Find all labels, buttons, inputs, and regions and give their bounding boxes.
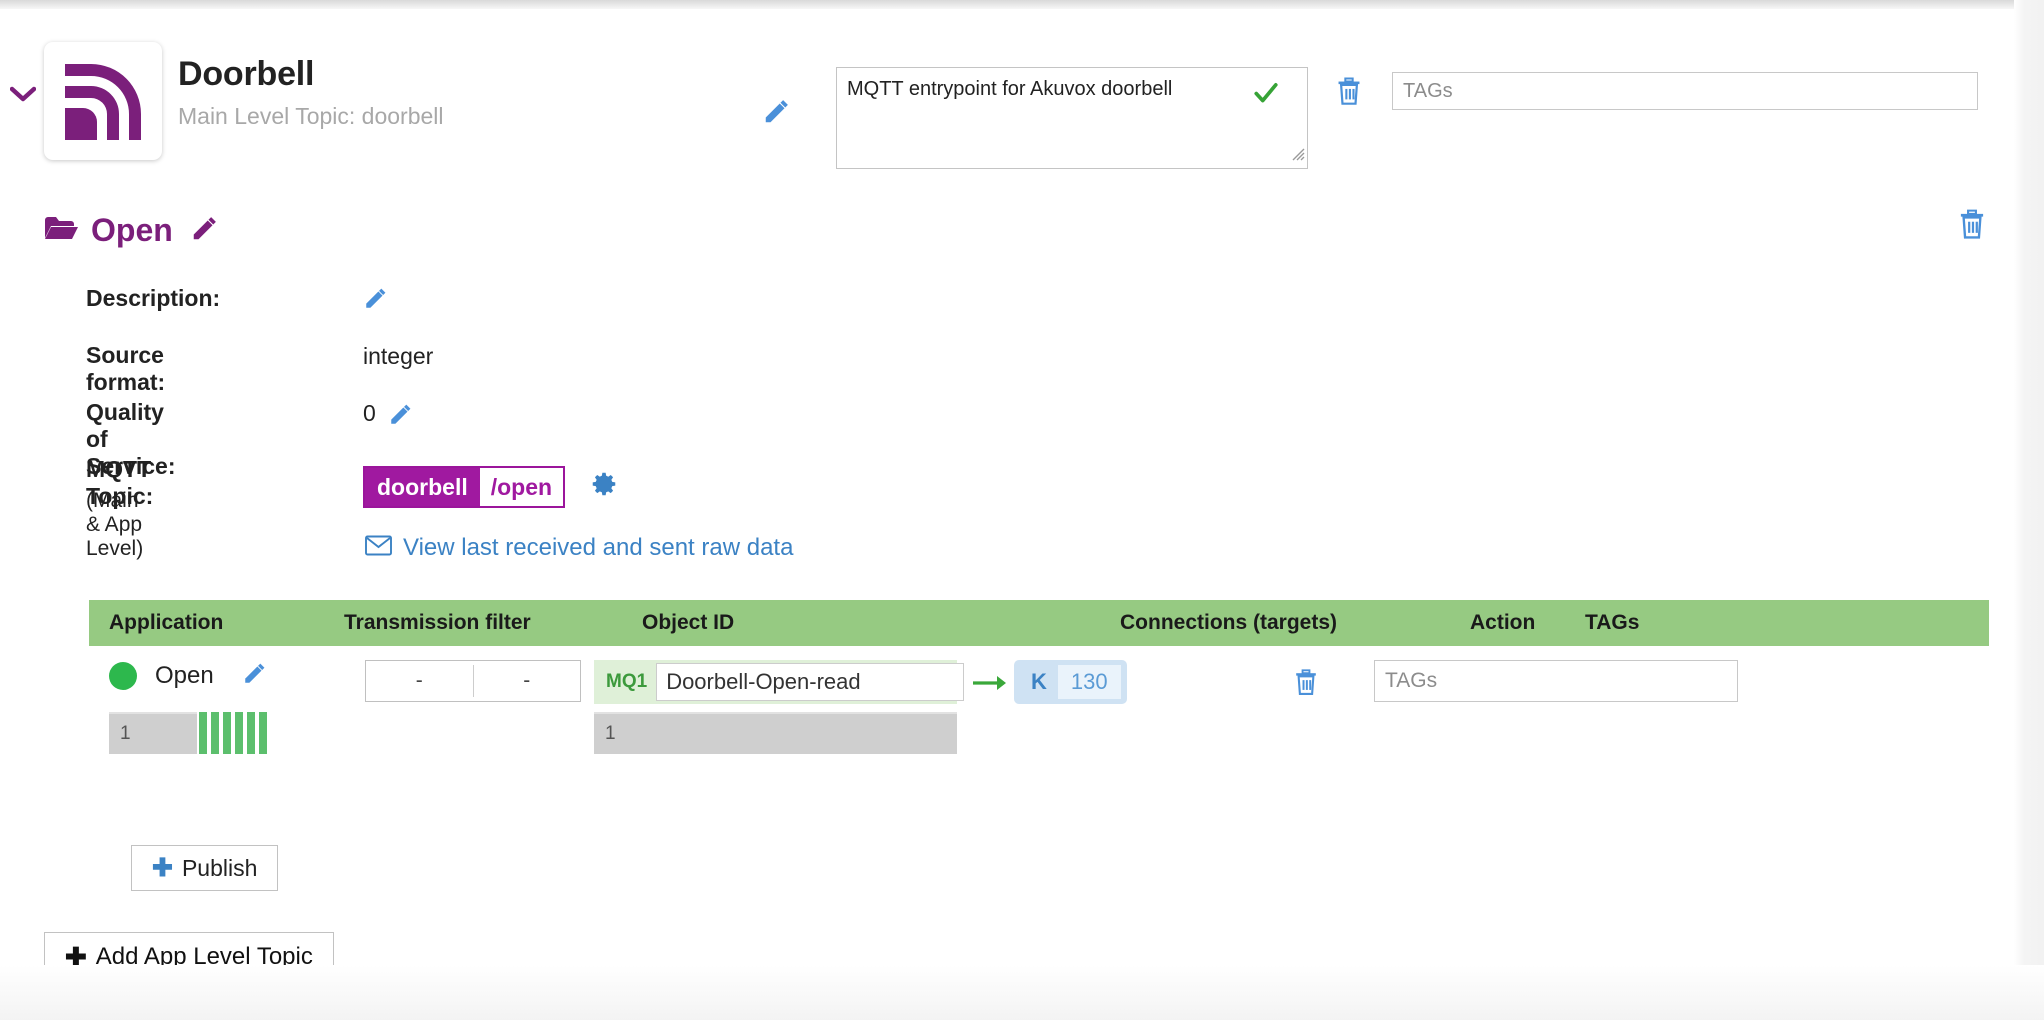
topic-app-level: /open — [479, 468, 564, 506]
main-level-topic-label: Main Level Topic: doorbell — [178, 103, 444, 130]
column-header-tags: TAGs — [1585, 611, 1640, 634]
mqtt-topic-badge[interactable]: doorbell /open — [363, 466, 566, 508]
textarea-resize-handle[interactable] — [1289, 145, 1305, 166]
delete-row-trash-icon[interactable] — [1292, 668, 1320, 703]
mqtt-signal-icon — [44, 42, 162, 160]
plus-icon: ✚ — [152, 854, 173, 882]
device-tags-input[interactable] — [1392, 72, 1978, 110]
application-count: 1 — [109, 712, 197, 754]
edit-section-pencil-icon[interactable] — [190, 213, 220, 248]
row-tags-input[interactable] — [1374, 660, 1738, 702]
column-header-action: Action — [1470, 611, 1536, 634]
property-value: integer — [363, 343, 434, 369]
object-source-tag: MQ1 — [606, 671, 648, 692]
delete-section-trash-icon[interactable] — [1956, 208, 1988, 247]
application-cell: Open — [109, 660, 268, 691]
status-dot-green-icon — [109, 661, 137, 690]
column-header-application: Application — [109, 611, 224, 634]
table-header-row: Application Transmission filter Object I… — [89, 600, 1989, 646]
table-row: Open 1 - - MQ1 Doorbell-Open-read 1 K 13… — [89, 646, 1989, 764]
activity-bars — [199, 712, 267, 754]
mqtt-topic-value-row: doorbell /open — [363, 466, 618, 508]
check-icon[interactable] — [1253, 80, 1279, 111]
device-header: Doorbell Main Level Topic: doorbell MQTT… — [0, 28, 2014, 169]
column-header-object-id: Object ID — [642, 611, 735, 634]
edit-topic-description-pencil-icon[interactable] — [363, 285, 389, 316]
description-value: MQTT entrypoint for Akuvox doorbell — [847, 78, 1173, 100]
property-sublabel: (Main & App Level) — [86, 489, 144, 560]
object-id-count: 1 — [594, 712, 957, 754]
app-level-topic-header: Open — [44, 212, 220, 249]
page-title: Doorbell — [178, 55, 315, 93]
publications-table: Application Transmission filter Object I… — [89, 600, 1989, 764]
device-title-block: Doorbell Main Level Topic: doorbell — [178, 55, 444, 130]
property-value: 0 — [363, 400, 376, 426]
bottom-fade — [0, 965, 2044, 1020]
arrow-right-icon — [973, 674, 1007, 697]
edit-application-pencil-icon[interactable] — [242, 660, 268, 691]
top-strip — [0, 0, 2044, 9]
column-header-transmission-filter: Transmission filter — [344, 611, 531, 634]
view-raw-data-link[interactable]: View last received and sent raw data — [365, 534, 793, 562]
connection-target-badge[interactable]: K 130 — [1014, 660, 1127, 704]
filter-value-right: - — [523, 669, 531, 692]
chevron-down-icon[interactable] — [10, 86, 36, 104]
delete-device-trash-icon[interactable] — [1334, 76, 1364, 113]
object-id-cell: MQ1 — [594, 660, 965, 704]
topic-main-level: doorbell — [365, 468, 480, 506]
application-name: Open — [155, 661, 214, 689]
object-id-input[interactable] — [656, 663, 965, 701]
page-right-gutter — [2014, 0, 2044, 1020]
mqtt-topic-detail-page: Doorbell Main Level Topic: doorbell MQTT… — [0, 0, 2044, 1020]
publish-button-label: Publish — [181, 854, 258, 881]
publish-button[interactable]: ✚ Publish — [131, 845, 279, 891]
connection-value: 130 — [1057, 665, 1121, 699]
edit-qos-pencil-icon[interactable] — [388, 401, 414, 432]
transmission-filter-field[interactable]: - - — [365, 660, 581, 702]
filter-value-left: - — [415, 669, 423, 692]
property-label: Description: — [86, 285, 221, 311]
gear-icon[interactable] — [590, 471, 618, 504]
edit-description-pencil-icon[interactable] — [762, 96, 792, 131]
folder-open-icon — [44, 214, 78, 247]
view-raw-data-label: View last received and sent raw data — [403, 534, 794, 561]
property-label: Source format: — [86, 342, 166, 395]
section-title: Open — [91, 212, 173, 248]
column-header-connections: Connections (targets) — [1120, 611, 1338, 634]
envelope-icon — [365, 535, 392, 561]
application-activity: 1 — [109, 712, 267, 754]
description-textarea[interactable]: MQTT entrypoint for Akuvox doorbell — [836, 67, 1308, 169]
connection-prefix: K — [1031, 669, 1047, 694]
